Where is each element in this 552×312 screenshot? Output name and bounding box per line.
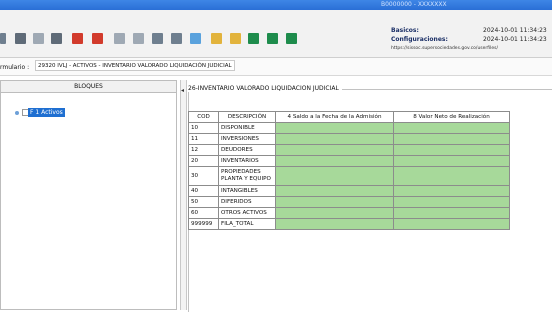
blocks-panel: BLOQUES F 1 Activos xyxy=(0,80,177,310)
cell-cod: 60 xyxy=(188,207,219,219)
cell-cod: 12 xyxy=(188,144,219,156)
input-saldo[interactable] xyxy=(275,155,394,167)
left-icon[interactable] xyxy=(0,33,6,44)
config-label: Configuraciones: xyxy=(391,36,448,43)
grid-alt-icon[interactable] xyxy=(171,33,182,44)
input-valor[interactable] xyxy=(393,133,510,145)
spreadsheet-icon[interactable] xyxy=(286,33,297,44)
col-header-saldo: 4 Saldo a la Fecha de la Admisión xyxy=(275,111,394,123)
input-valor[interactable] xyxy=(393,166,510,186)
cell-desc: INVERSIONES xyxy=(218,133,276,145)
form-row: rmulario : 29320 IVLJ - ACTIVOS - INVENT… xyxy=(0,58,552,76)
cell-cod: 40 xyxy=(188,185,219,197)
table-icon[interactable] xyxy=(211,33,222,44)
table-add-icon[interactable] xyxy=(248,33,259,44)
filter-icon[interactable] xyxy=(114,33,125,44)
input-saldo[interactable] xyxy=(275,207,394,219)
cell-desc: DISPONIBLE xyxy=(218,122,276,134)
input-valor[interactable] xyxy=(393,185,510,197)
input-saldo[interactable] xyxy=(275,122,394,134)
input-saldo[interactable] xyxy=(275,185,394,197)
cell-desc: OTROS ACTIVOS xyxy=(218,207,276,219)
tree-item-label[interactable]: F 1 Activos xyxy=(28,108,65,117)
basicos-label: Basicos: xyxy=(391,27,419,34)
input-valor[interactable] xyxy=(393,207,510,219)
table-row: 999999 FILA_TOTAL xyxy=(188,218,510,230)
table-remove-icon[interactable] xyxy=(267,33,278,44)
col-header-desc: DESCRIPCIÓN xyxy=(218,111,276,123)
collapse-arrow-icon[interactable]: ◂ xyxy=(181,87,184,94)
cell-desc: DEUDORES xyxy=(218,144,276,156)
input-saldo[interactable] xyxy=(275,166,394,186)
input-saldo[interactable] xyxy=(275,218,394,230)
cell-cod: 50 xyxy=(188,196,219,208)
table-alt-icon[interactable] xyxy=(230,33,241,44)
chart-icon[interactable] xyxy=(190,33,201,44)
basicos-value: 2024-10-01 11:34:23 xyxy=(483,27,547,34)
table-row: 30 PROPIEDADES PLANTA Y EQUIPO xyxy=(188,166,510,186)
input-valor[interactable] xyxy=(393,144,510,156)
flag-icon[interactable] xyxy=(72,33,83,44)
table-row: 40 INTANGIBLES xyxy=(188,185,510,197)
toolbar: Basicos: 2024-10-01 11:34:23 Configuracio… xyxy=(0,10,552,58)
input-saldo[interactable] xyxy=(275,196,394,208)
cell-cod: 11 xyxy=(188,133,219,145)
grid-icon[interactable] xyxy=(152,33,163,44)
cell-desc: DIFERIDOS xyxy=(218,196,276,208)
form-label: rmulario : xyxy=(0,64,30,71)
save-icon[interactable] xyxy=(33,33,44,44)
table-row: 20 INVENTARIOS xyxy=(188,155,510,167)
folder-icon[interactable] xyxy=(15,33,26,44)
inventory-table: COD DESCRIPCIÓN 4 Saldo a la Fecha de la… xyxy=(188,111,510,230)
print-icon[interactable] xyxy=(51,33,62,44)
blocks-header: BLOQUES xyxy=(1,81,176,93)
send-icon[interactable] xyxy=(92,33,103,44)
input-valor[interactable] xyxy=(393,155,510,167)
panel-title: 26-INVENTARIO VALORADO LIQUIDACION JUDIC… xyxy=(188,85,342,92)
settings-icon[interactable] xyxy=(133,33,144,44)
cell-desc: INTANGIBLES xyxy=(218,185,276,197)
cell-desc: PROPIEDADES PLANTA Y EQUIPO xyxy=(218,166,276,186)
info-block: Basicos: 2024-10-01 11:34:23 Configuracio… xyxy=(391,26,547,53)
form-panel: 26-INVENTARIO VALORADO LIQUIDACION JUDIC… xyxy=(188,82,552,312)
form-selector[interactable]: 29320 IVLJ - ACTIVOS - INVENTARIO VALORA… xyxy=(35,60,235,71)
input-valor[interactable] xyxy=(393,196,510,208)
input-saldo[interactable] xyxy=(275,133,394,145)
col-header-valor: 8 Valor Neto de Realización xyxy=(393,111,510,123)
window-title: B0000000 - XXXXXXX xyxy=(381,1,447,8)
table-row: 60 OTROS ACTIVOS xyxy=(188,207,510,219)
cell-cod: 999999 xyxy=(188,218,219,230)
table-row: 50 DIFERIDOS xyxy=(188,196,510,208)
table-row: 12 DEUDORES xyxy=(188,144,510,156)
title-bar: B0000000 - XXXXXXX xyxy=(0,0,552,10)
col-header-cod: COD xyxy=(188,111,219,123)
cell-desc: INVENTARIOS xyxy=(218,155,276,167)
panel-splitter[interactable]: ◂ xyxy=(180,80,187,310)
cell-cod: 10 xyxy=(188,122,219,134)
input-valor[interactable] xyxy=(393,122,510,134)
cell-cod: 20 xyxy=(188,155,219,167)
url-text: https://sissoc.supersociedades.gov.co/us… xyxy=(391,46,498,51)
config-value: 2024-10-01 11:34:23 xyxy=(483,36,547,43)
tree-node-icon xyxy=(15,111,19,115)
cell-cod: 30 xyxy=(188,166,219,186)
cell-desc: FILA_TOTAL xyxy=(218,218,276,230)
table-row: 11 INVERSIONES xyxy=(188,133,510,145)
input-saldo[interactable] xyxy=(275,144,394,156)
input-valor[interactable] xyxy=(393,218,510,230)
table-row: 10 DISPONIBLE xyxy=(188,122,510,134)
